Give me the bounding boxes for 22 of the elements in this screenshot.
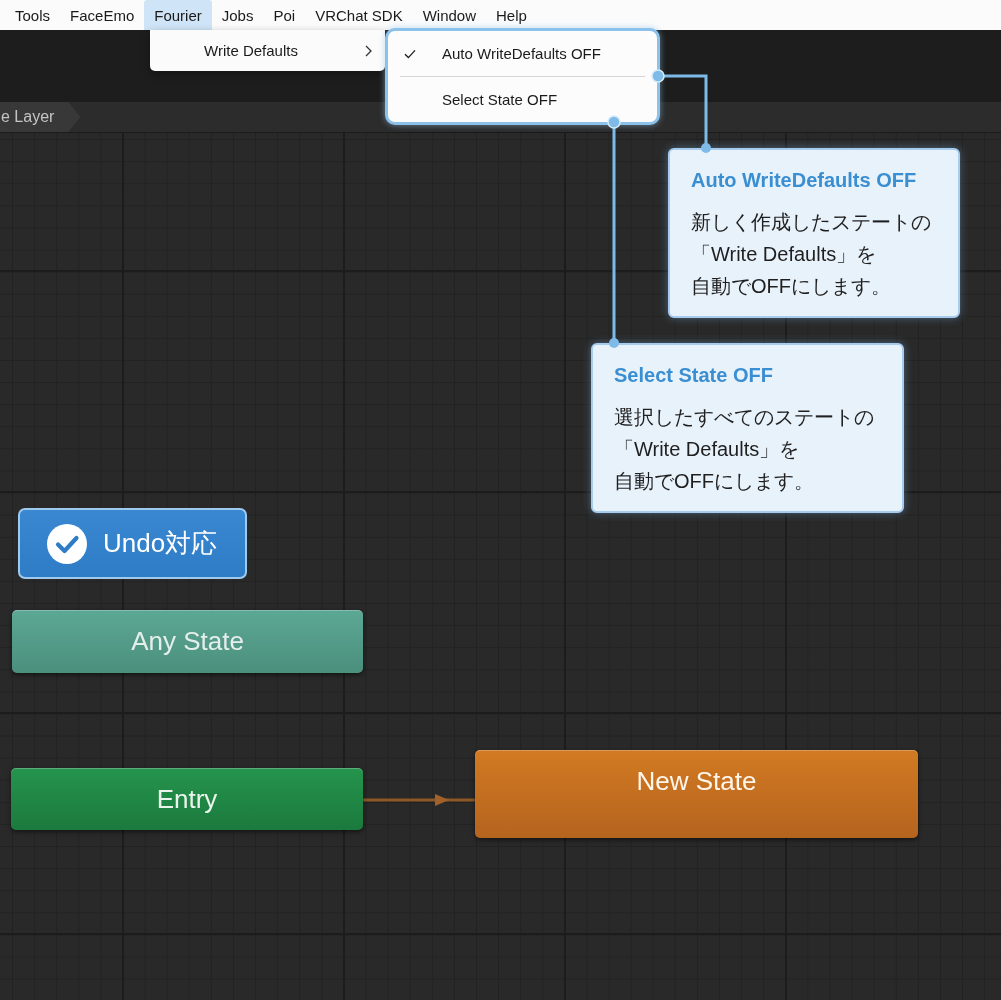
menu-item[interactable]: Select State OFF (388, 77, 657, 122)
menu-item[interactable]: Auto WriteDefaults OFF (388, 31, 657, 76)
menu-item[interactable]: Poi (263, 0, 306, 30)
menu-item[interactable]: Window (412, 0, 487, 30)
callout-text: 選択したすべてのステートの「Write Defaults」を自動でOFFにします。 (614, 405, 875, 494)
menu-item[interactable]: VRChat SDK (305, 0, 413, 30)
callout-text: 新しく作成したステートの「Write Defaults」を自動でOFFにします。 (691, 210, 932, 299)
menu-item[interactable]: Tools (5, 0, 61, 30)
state-node[interactable]: Entry (11, 768, 363, 830)
menu-item[interactable]: Help (486, 0, 537, 30)
callout-title: Select State OFF (614, 363, 774, 388)
callout-title: Auto WriteDefaults OFF (691, 168, 918, 193)
menu-item[interactable]: Write Defaults (150, 30, 385, 71)
transition-arrow[interactable] (363, 794, 475, 806)
menu-item[interactable]: Jobs (211, 0, 264, 30)
menu-item[interactable]: Fourier (144, 0, 212, 30)
menu-item[interactable]: FaceEmo (60, 0, 145, 30)
check-circle-icon (47, 523, 87, 564)
breadcrumb-item[interactable]: e Layer (0, 102, 81, 132)
chevron-right-icon (365, 44, 372, 57)
check-icon (404, 48, 416, 59)
feature-label: Undo対応 (103, 527, 218, 560)
